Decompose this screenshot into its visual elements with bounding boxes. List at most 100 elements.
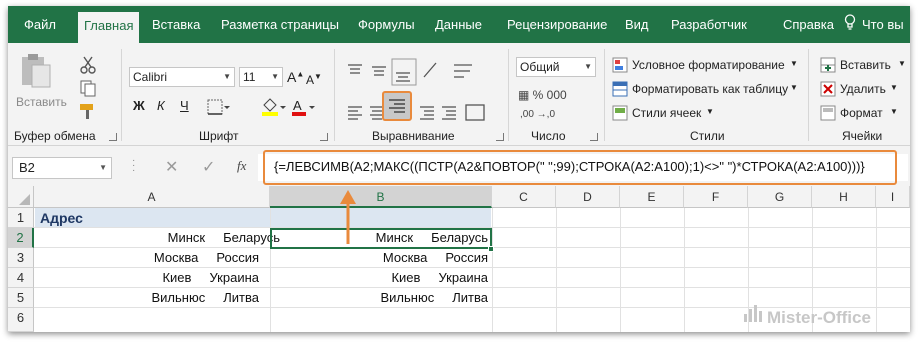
column-header-b[interactable]: B xyxy=(270,186,492,208)
formula-bar: B2 ▼ · · · ✕ ✓ fx {=ЛЕВСИМВ(A2;МАКС((ПСТР(… xyxy=(8,146,910,186)
cell-a4[interactable]: Киев Украина xyxy=(34,268,259,288)
copy-icon[interactable] xyxy=(78,78,98,98)
column-header-f[interactable]: F xyxy=(684,186,748,208)
lightbulb-icon xyxy=(844,7,856,44)
fill-handle[interactable] xyxy=(488,246,494,252)
gridline xyxy=(876,208,877,332)
align-right-button[interactable] xyxy=(382,91,412,121)
number-format-value: Общий xyxy=(520,60,560,74)
tab-insert[interactable]: Вставка xyxy=(152,6,200,43)
cell-a3[interactable]: Москва Россия xyxy=(34,248,259,268)
conditional-formatting-icon xyxy=(612,57,628,73)
tab-view[interactable]: Вид xyxy=(625,6,649,43)
chevron-down-icon: ▼ xyxy=(99,163,107,172)
borders-icon[interactable] xyxy=(206,97,230,117)
italic-button[interactable]: К xyxy=(157,98,165,113)
cell-a2[interactable]: Минск Беларусь xyxy=(34,228,280,248)
format-cells-label: Формат xyxy=(840,106,883,120)
clipboard-launcher-icon[interactable] xyxy=(109,133,117,141)
row-header-2[interactable]: 2 xyxy=(8,228,34,248)
gridline xyxy=(620,208,621,332)
active-cell-border xyxy=(270,228,492,249)
tab-home[interactable]: Главная xyxy=(78,12,140,43)
bold-button[interactable]: Ж xyxy=(133,98,145,113)
paste-label: Вставить xyxy=(16,95,67,109)
clipboard-group-label: Буфер обмена xyxy=(14,129,96,143)
tab-developer[interactable]: Разработчик xyxy=(671,6,747,43)
row-header-3[interactable]: 3 xyxy=(8,248,34,268)
name-box-value: B2 xyxy=(19,160,35,175)
tell-me-label: Что вы xyxy=(862,17,904,32)
cell-styles-icon xyxy=(612,105,628,121)
gridline xyxy=(684,208,685,332)
increase-font-icon[interactable]: A▲ xyxy=(287,69,304,85)
paste-button[interactable]: Вставить xyxy=(14,49,67,119)
tab-page-layout[interactable]: Разметка страницы xyxy=(221,6,339,43)
insert-function-button[interactable]: fx xyxy=(237,158,246,174)
decrease-font-icon[interactable]: A▼ xyxy=(306,72,322,87)
row-header-1[interactable]: 1 xyxy=(8,208,34,228)
excel-window: Файл Главная Вставка Разметка страницы Ф… xyxy=(8,6,910,332)
gridline xyxy=(556,208,557,332)
decimal-places-icon[interactable]: ,00 →,0 xyxy=(520,109,555,120)
cell-a1[interactable]: Адрес xyxy=(40,208,83,228)
column-header-e[interactable]: E xyxy=(620,186,684,208)
bar-chart-icon xyxy=(743,303,763,328)
underline-button[interactable]: Ч xyxy=(180,98,189,113)
name-box[interactable]: B2 ▼ xyxy=(12,157,112,179)
select-all-corner[interactable] xyxy=(8,186,34,208)
format-as-table-label: Форматировать как таблицу xyxy=(632,82,789,96)
chevron-down-icon: ▼ xyxy=(223,72,231,81)
more-options-icon[interactable]: · · · xyxy=(132,156,136,176)
chevron-down-icon: ▼ xyxy=(890,83,898,92)
chevron-down-icon: ▼ xyxy=(706,107,714,116)
enter-icon[interactable]: ✓ xyxy=(202,157,215,177)
separator xyxy=(604,49,605,141)
fill-color-icon[interactable] xyxy=(260,97,286,117)
format-painter-icon[interactable] xyxy=(78,101,98,121)
row-header-4[interactable]: 4 xyxy=(8,268,34,288)
delete-cells-label: Удалить xyxy=(840,82,886,96)
cell-b5[interactable]: Вильнюс Литва xyxy=(270,288,488,308)
header-row-fill xyxy=(35,208,491,228)
font-color-icon[interactable]: A xyxy=(290,97,315,117)
font-size-value: 11 xyxy=(243,70,256,84)
column-header-c[interactable]: C xyxy=(492,186,556,208)
alignment-launcher-icon[interactable] xyxy=(496,133,504,141)
format-cells-icon xyxy=(820,105,836,121)
align-bottom-button[interactable] xyxy=(392,59,416,85)
number-launcher-icon[interactable] xyxy=(590,133,598,141)
font-group-label: Шрифт xyxy=(199,129,239,143)
insert-cells-label: Вставить xyxy=(840,58,891,72)
tell-me-box[interactable]: Что вы xyxy=(844,6,904,43)
ribbon-tab-bar: Файл Главная Вставка Разметка страницы Ф… xyxy=(8,6,910,43)
tab-help[interactable]: Справка xyxy=(783,6,834,43)
tab-formulas[interactable]: Формулы xyxy=(358,6,415,43)
tab-review[interactable]: Рецензирование xyxy=(507,6,607,43)
ribbon: Вставить Буфер обмена Calibri ▼ 11 ▼ A▲ A▼… xyxy=(8,43,910,146)
cell-b3[interactable]: Москва Россия xyxy=(270,248,488,268)
alignment-icons xyxy=(348,58,485,121)
row-header-5[interactable]: 5 xyxy=(8,288,34,308)
font-launcher-icon[interactable] xyxy=(320,133,328,141)
separator xyxy=(334,49,335,141)
column-header-a[interactable]: A xyxy=(34,186,270,208)
cut-icon[interactable] xyxy=(78,55,98,75)
column-header-i[interactable]: I xyxy=(876,186,910,208)
cancel-icon[interactable]: ✕ xyxy=(165,157,178,177)
font-size-combo[interactable]: 11 ▼ xyxy=(239,67,283,87)
tab-data[interactable]: Данные xyxy=(435,6,482,43)
currency-format-icon[interactable]: ▦ % 000 xyxy=(518,88,567,102)
cell-b4[interactable]: Киев Украина xyxy=(270,268,488,288)
font-name-combo[interactable]: Calibri ▼ xyxy=(129,67,235,87)
chevron-down-icon: ▼ xyxy=(898,59,906,68)
annotation-arrow-icon xyxy=(340,190,356,244)
column-header-h[interactable]: H xyxy=(812,186,876,208)
number-format-combo[interactable]: Общий ▼ xyxy=(516,57,596,77)
column-header-d[interactable]: D xyxy=(556,186,620,208)
row-header-6[interactable]: 6 xyxy=(8,308,34,332)
column-header-g[interactable]: G xyxy=(748,186,812,208)
tab-file[interactable]: Файл xyxy=(24,6,56,43)
cell-a5[interactable]: Вильнюс Литва xyxy=(34,288,259,308)
cell-styles-label: Стили ячеек xyxy=(632,106,702,120)
